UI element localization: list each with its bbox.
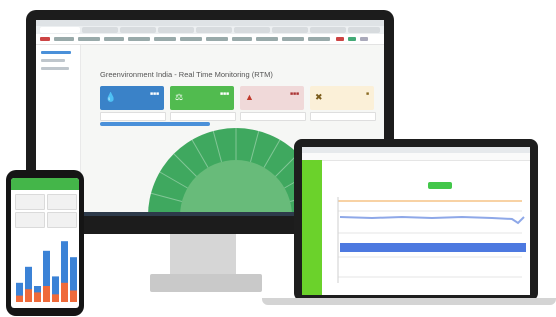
phone-screen — [11, 178, 79, 308]
lower-series-band — [340, 243, 526, 252]
monitor-stand — [170, 234, 236, 276]
mobile-kpi-card[interactable] — [47, 194, 77, 210]
laptop-base — [262, 298, 556, 305]
mobile-bar-chart — [16, 241, 77, 302]
mobile-kpi-card[interactable] — [15, 212, 45, 228]
bar-orange — [16, 295, 23, 302]
bar-orange — [70, 290, 77, 302]
mobile-kpi-card[interactable] — [47, 212, 77, 228]
upper-series-line — [339, 215, 525, 225]
laptop-screen — [302, 147, 530, 295]
bar-orange — [61, 282, 68, 302]
bar-orange — [52, 294, 59, 302]
mobile-header — [11, 178, 79, 190]
monitor-stand-base — [150, 274, 262, 292]
trend-chart — [337, 197, 526, 283]
bar-orange — [34, 292, 41, 302]
bar-orange — [43, 286, 50, 302]
mobile-kpi-card[interactable] — [15, 194, 45, 210]
bar-orange — [25, 289, 32, 302]
